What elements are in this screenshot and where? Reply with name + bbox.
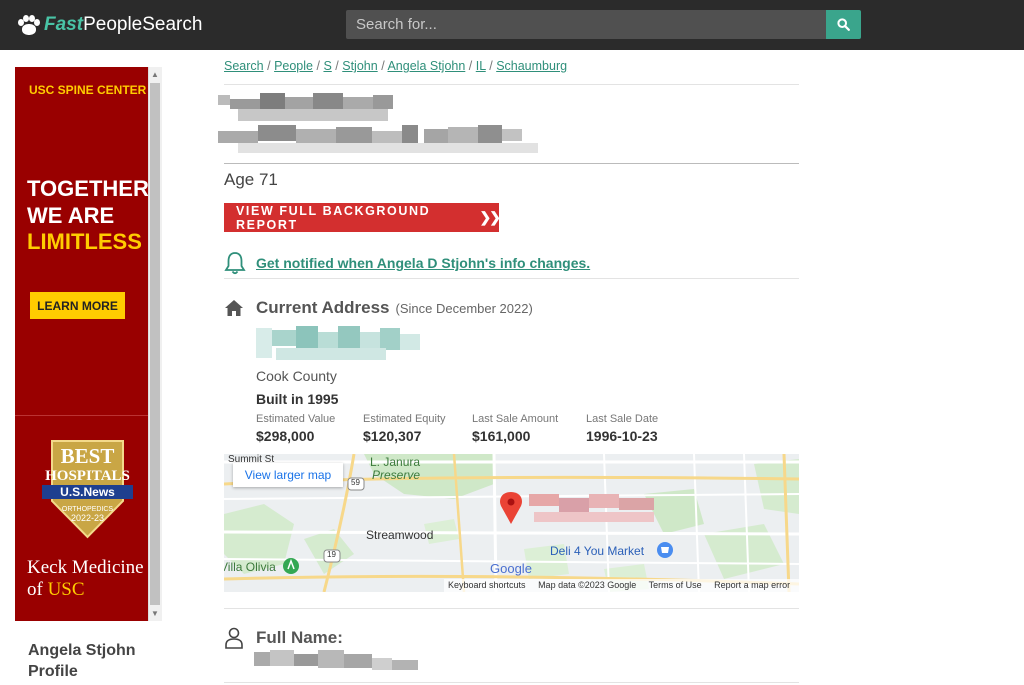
- sidebar-profile-heading: Angela Stjohn Profile: [28, 640, 136, 682]
- scroll-up-arrow-icon[interactable]: ▲: [151, 70, 159, 79]
- divider: [224, 163, 799, 164]
- embedded-map[interactable]: View larger map Summit St L. Janura Pres…: [224, 454, 799, 592]
- ad-headline-2: WE ARE: [27, 203, 115, 228]
- search-icon: [837, 18, 850, 31]
- breadcrumb-fullname[interactable]: Angela Stjohn: [387, 59, 465, 73]
- stat-label: Estimated Equity: [363, 413, 446, 425]
- scroll-down-arrow-icon[interactable]: ▼: [151, 609, 159, 618]
- keck-line-1: Keck Medicine: [27, 557, 144, 578]
- stat-label: Last Sale Amount: [472, 413, 559, 425]
- home-icon: [225, 300, 243, 316]
- stat-value: $120,307: [363, 428, 422, 444]
- logo-text-rest: PeopleSearch: [83, 14, 203, 35]
- stat-value: $161,000: [472, 428, 531, 444]
- search-input[interactable]: [346, 10, 826, 39]
- notify-link[interactable]: Get notified when Angela D Stjohn's info…: [224, 251, 590, 275]
- search-button[interactable]: [826, 10, 861, 39]
- badge-hospitals-text: HOSPITALS: [45, 468, 130, 484]
- paw-icon: [18, 15, 40, 35]
- divider: [224, 278, 799, 279]
- user-icon: [225, 627, 243, 649]
- ad-divider: [15, 415, 149, 416]
- view-full-background-report-button[interactable]: VIEW FULL BACKGROUND REPORT ❯❯: [224, 203, 502, 232]
- map-label-streamwood: Streamwood: [366, 528, 434, 542]
- badge-best-text: BEST: [61, 444, 115, 468]
- ad-scrollbar-thumb[interactable]: [150, 83, 160, 605]
- current-address-heading: Current Address (Since December 2022): [224, 298, 533, 318]
- google-logo: Google: [490, 561, 532, 576]
- breadcrumb-people[interactable]: People: [274, 59, 313, 73]
- ad-learn-more-button[interactable]: LEARN MORE: [30, 292, 125, 319]
- stat-last-sale-date: Last Sale Date 1996-10-23: [586, 413, 658, 444]
- breadcrumb: Search / People / S / Stjohn / Angela St…: [224, 59, 568, 73]
- map-data-credit: Map data ©2023 Google: [538, 580, 637, 590]
- keck-usc: USC: [47, 579, 85, 600]
- map-keyboard-shortcuts[interactable]: Keyboard shortcuts: [448, 580, 526, 590]
- divider: [224, 682, 799, 683]
- ad-brand: USC SPINE CENTER: [29, 83, 147, 97]
- map-label-preserve: Preserve: [372, 468, 421, 482]
- stat-last-sale-amount: Last Sale Amount $161,000: [472, 413, 558, 444]
- redacted-address: [256, 326, 422, 364]
- map-label-summit: Summit St: [228, 454, 275, 465]
- map-label-janura: L. Janura: [370, 455, 421, 469]
- keck-medicine-logo: Keck Medicine of USC: [27, 557, 144, 601]
- divider: [224, 84, 799, 85]
- county-text: Cook County: [256, 368, 337, 384]
- map-terms-link[interactable]: Terms of Use: [649, 580, 702, 590]
- ad-headline-3: LIMITLESS: [27, 229, 142, 254]
- breadcrumb-letter[interactable]: S: [323, 59, 331, 73]
- redacted-full-name: [254, 650, 420, 672]
- bell-icon: [224, 252, 246, 275]
- route-19-label: 19: [327, 550, 336, 559]
- notify-text[interactable]: Get notified when Angela D Stjohn's info…: [256, 255, 590, 271]
- full-name-title: Full Name:: [256, 628, 343, 647]
- sidebar-profile-name: Angela Stjohn: [28, 642, 136, 659]
- site-logo[interactable]: Fast PeopleSearch: [18, 13, 202, 37]
- stat-label: Last Sale Date: [586, 413, 659, 425]
- map-report-error-link[interactable]: Report a map error: [714, 580, 790, 590]
- built-year-text: Built in 1995: [256, 391, 339, 407]
- badge-usnews-text: U.S.News: [60, 485, 115, 499]
- stat-label: Estimated Value: [256, 413, 336, 425]
- stat-estimated-equity: Estimated Equity $120,307: [363, 413, 446, 444]
- current-address-since: (Since December 2022): [395, 300, 533, 316]
- keck-of: of: [27, 579, 43, 600]
- best-hospitals-badge: BEST HOSPITALS U.S.News ORTHOPEDICS 2022…: [40, 439, 135, 539]
- ad-headline-1: TOGETHER: [27, 176, 149, 201]
- stat-value: 1996-10-23: [586, 428, 658, 444]
- map-label-deli: Deli 4 You Market: [550, 544, 645, 558]
- full-name-heading: Full Name:: [224, 627, 343, 649]
- map-label-villa-olivia: Villa Olivia: [224, 560, 276, 574]
- double-chevron-right-icon: ❯❯: [479, 209, 502, 225]
- map-footer: Keyboard shortcuts Map data ©2023 Google…: [444, 579, 799, 592]
- breadcrumb-city[interactable]: Schaumburg: [496, 59, 567, 73]
- route-59-label: 59: [351, 478, 360, 487]
- stat-estimated-value: Estimated Value $298,000: [256, 413, 335, 444]
- breadcrumb-search[interactable]: Search: [224, 59, 264, 73]
- cta-label: VIEW FULL BACKGROUND REPORT: [236, 203, 431, 232]
- badge-years-text: 2022-23: [71, 513, 104, 523]
- sidebar-profile-label: Profile: [28, 663, 78, 680]
- stat-value: $298,000: [256, 428, 315, 444]
- top-navbar: Fast PeopleSearch: [0, 0, 1024, 50]
- badge-orthopedics-text: ORTHOPEDICS: [62, 506, 114, 513]
- logo-text-fast: Fast: [44, 14, 84, 35]
- advertisement-banner[interactable]: USC SPINE CENTER TOGETHER WE ARE LIMITLE…: [15, 67, 149, 621]
- breadcrumb-state[interactable]: IL: [476, 59, 486, 73]
- redacted-name: [218, 93, 558, 161]
- breadcrumb-surname[interactable]: Stjohn: [342, 59, 377, 73]
- current-address-title: Current Address: [256, 298, 390, 317]
- age-text: Age 71: [224, 170, 278, 189]
- view-larger-map-button[interactable]: View larger map: [233, 463, 343, 487]
- divider: [224, 608, 799, 609]
